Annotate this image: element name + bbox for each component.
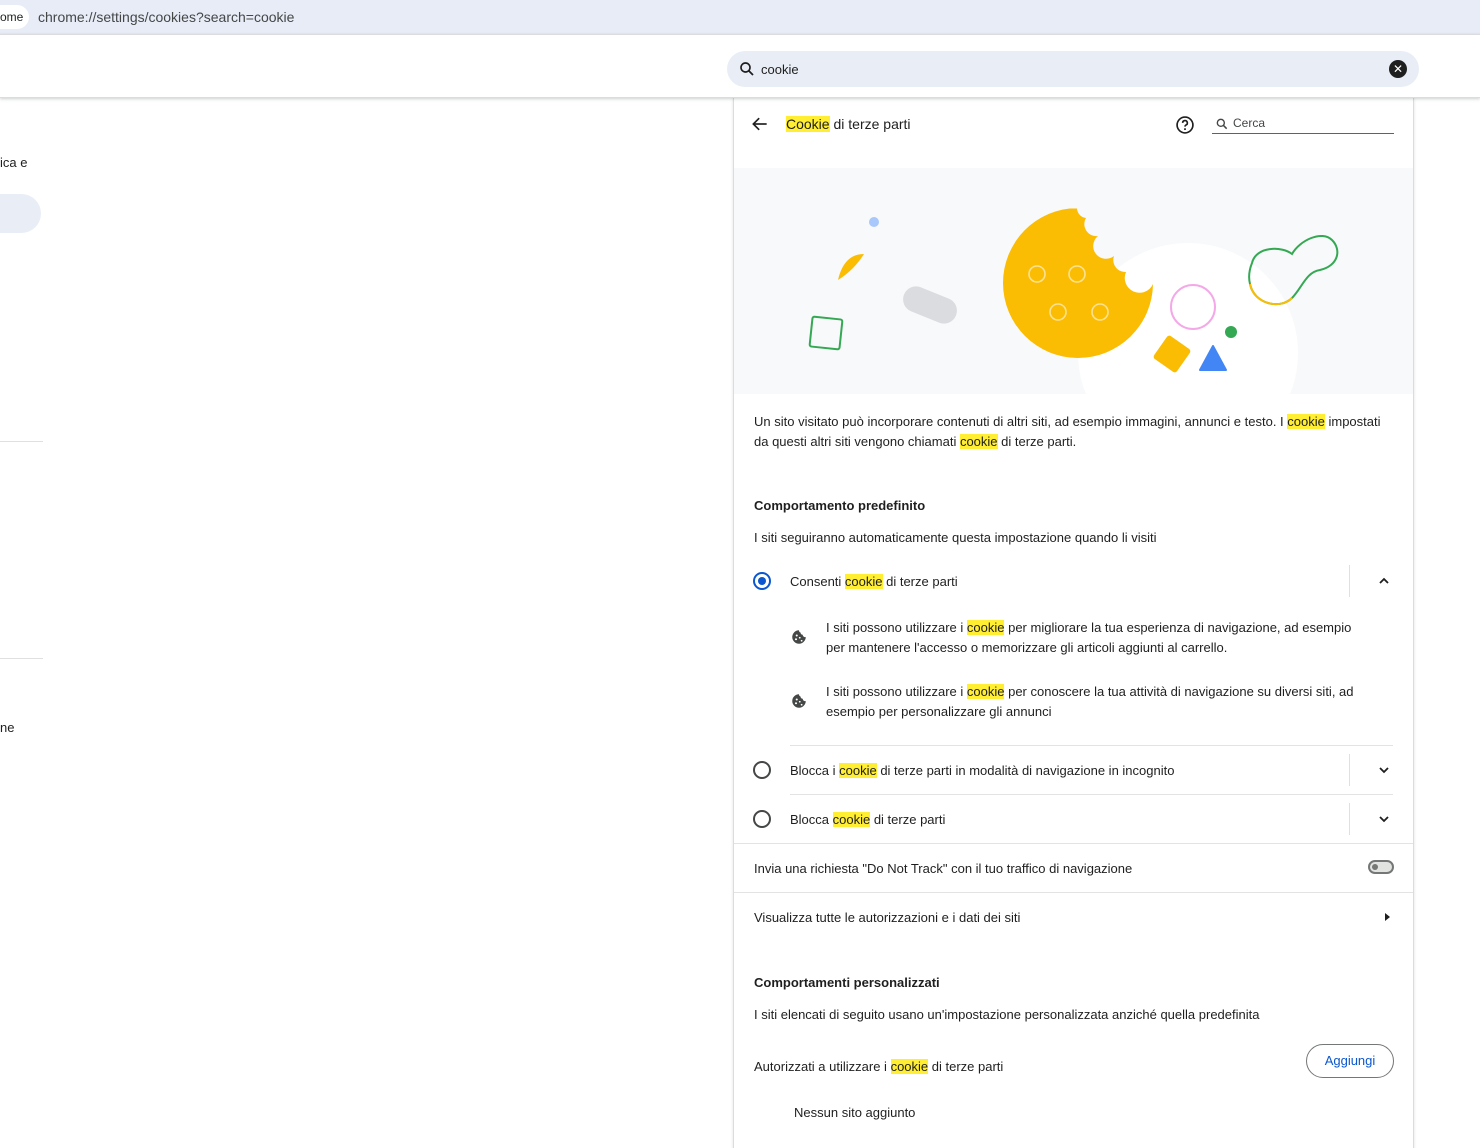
search-highlight: cookie	[832, 812, 871, 827]
search-highlight: cookie	[844, 574, 883, 589]
illustration-capsule	[903, 286, 957, 324]
detail-text: I siti possono utilizzare i	[826, 684, 967, 699]
search-icon	[740, 62, 754, 76]
allowed-list-text: di terze parti	[928, 1059, 1004, 1074]
sidebar-divider	[0, 658, 43, 659]
option-separator	[1349, 565, 1350, 597]
option-label-text: Blocca i	[790, 763, 840, 778]
browser-toolbar: ome chrome://settings/cookies?search=coo…	[0, 0, 1480, 34]
option-label-text: di terze parti	[870, 812, 946, 827]
custom-behavior-subtitle: I siti elencati di seguito usano un'impo…	[754, 1007, 1260, 1022]
option-separator	[1349, 754, 1350, 786]
option-detail-text: I siti possono utilizzare i cookie per c…	[826, 682, 1371, 722]
search-highlight: cookie	[966, 684, 1005, 699]
option-label-text: di terze parti in modalità di navigazion…	[876, 763, 1175, 778]
default-behavior-subtitle: I siti seguiranno automaticamente questa…	[754, 530, 1157, 545]
search-highlight: cookie	[966, 620, 1005, 635]
settings-search-bar[interactable]: cookie ✕	[727, 51, 1419, 87]
page-title-rest: di terze parti	[829, 116, 911, 132]
sidebar-item-label[interactable]: ne	[0, 720, 14, 735]
panel-search[interactable]	[1212, 114, 1394, 134]
allowed-list-title: Autorizzati a utilizzare i cookie di ter…	[754, 1059, 1003, 1074]
option-label: Consenti cookie di terze parti	[790, 574, 958, 589]
option-label: Blocca i cookie di terze parti in modali…	[790, 763, 1174, 778]
option-block-incognito[interactable]: Blocca i cookie di terze parti in modali…	[734, 746, 1413, 794]
search-highlight: cookie	[1287, 414, 1325, 429]
search-icon	[1216, 118, 1228, 130]
option-label-text: di terze parti	[882, 574, 958, 589]
settings-header: cookie ✕	[0, 34, 1480, 98]
chevron-down-icon[interactable]	[1376, 811, 1392, 827]
tab-chip[interactable]: ome	[0, 5, 30, 29]
do-not-track-label: Invia una richiesta "Do Not Track" con i…	[754, 861, 1133, 876]
back-arrow-icon[interactable]	[750, 114, 770, 134]
option-label-text: Blocca	[790, 812, 833, 827]
cookie-icon	[792, 694, 806, 708]
clear-icon[interactable]: ✕	[1389, 60, 1407, 78]
section-divider	[734, 843, 1413, 844]
add-site-button[interactable]: Aggiungi	[1306, 1044, 1394, 1078]
radio-block-incognito[interactable]	[753, 761, 771, 779]
page-title: Cookie di terze parti	[786, 116, 911, 132]
option-allow-third-party-cookies[interactable]: Consenti cookie di terze parti	[734, 557, 1413, 605]
option-label-text: Consenti	[790, 574, 845, 589]
sidebar-divider	[0, 441, 43, 442]
option-separator	[1349, 803, 1350, 835]
do-not-track-toggle[interactable]	[1368, 860, 1394, 874]
illustration-graphic	[808, 208, 1339, 394]
search-highlight: cookie	[959, 434, 998, 449]
chevron-down-icon[interactable]	[1376, 762, 1392, 778]
section-divider	[734, 892, 1413, 893]
option-block-third-party[interactable]: Blocca cookie di terze parti	[734, 795, 1413, 843]
description-text: Un sito visitato può incorporare contenu…	[754, 414, 1288, 429]
option-detail-text: I siti possono utilizzare i cookie per m…	[826, 618, 1371, 658]
default-behavior-title: Comportamento predefinito	[754, 498, 926, 513]
radio-block-third-party[interactable]	[753, 810, 771, 828]
illustration-half-moon	[838, 254, 864, 280]
description-text: di terze parti.	[997, 434, 1077, 449]
chevron-up-icon[interactable]	[1376, 573, 1392, 589]
illustration-square	[808, 315, 844, 351]
illustration-dot-green	[1225, 326, 1237, 338]
search-highlight: cookie	[890, 1059, 929, 1074]
search-highlight: Cookie	[786, 116, 830, 132]
sidebar-item-label[interactable]: ica e	[0, 155, 27, 170]
site-data-link[interactable]: Visualizza tutte le autorizzazioni e i d…	[754, 910, 1020, 925]
help-icon[interactable]	[1175, 115, 1195, 135]
detail-text: I siti possono utilizzare i	[826, 620, 967, 635]
cookies-description: Un sito visitato può incorporare contenu…	[754, 412, 1394, 452]
arrow-right-icon[interactable]	[1382, 911, 1392, 923]
allowed-list-text: Autorizzati a utilizzare i	[754, 1059, 891, 1074]
illustration-dot	[869, 217, 879, 227]
option-label: Blocca cookie di terze parti	[790, 812, 945, 827]
search-input[interactable]: cookie	[761, 62, 799, 77]
empty-list-message: Nessun sito aggiunto	[794, 1105, 916, 1120]
cookies-settings-panel: Cookie di terze parti Un sito	[733, 98, 1414, 1148]
cookie-icon	[792, 630, 806, 644]
address-bar-url[interactable]: chrome://settings/cookies?search=cookie	[38, 9, 294, 25]
sidebar-item-selected[interactable]	[0, 194, 41, 233]
cookies-illustration	[734, 168, 1413, 394]
radio-allow-cookies[interactable]	[753, 572, 771, 590]
custom-behavior-title: Comportamenti personalizzati	[754, 975, 940, 990]
panel-title-row: Cookie di terze parti	[734, 98, 1413, 150]
panel-search-input[interactable]	[1233, 114, 1391, 132]
search-highlight: cookie	[839, 763, 877, 778]
